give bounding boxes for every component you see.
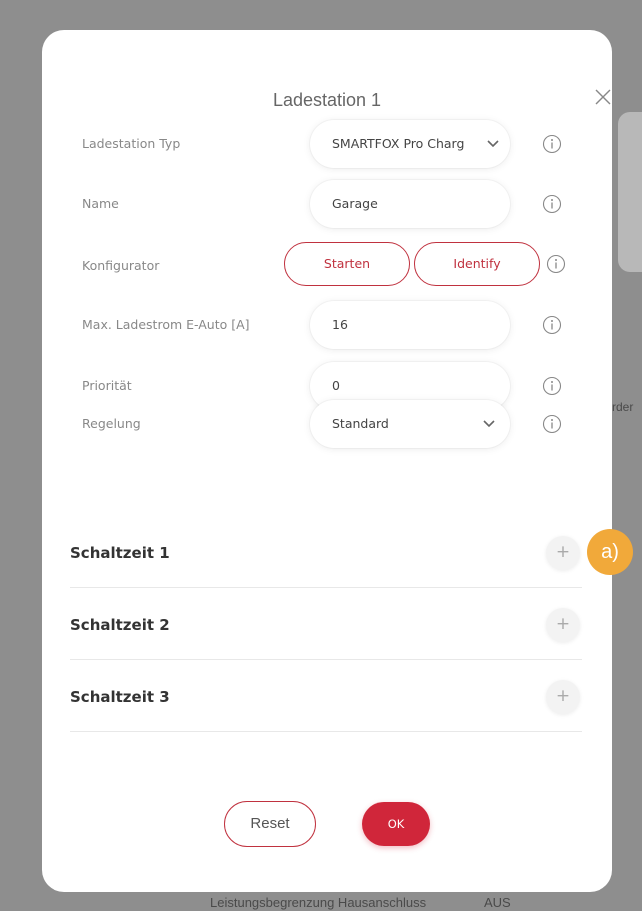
name-value: Garage <box>332 196 378 211</box>
schedule-section-3[interactable]: Schaltzeit 3 + <box>70 662 582 732</box>
regelung-value: Standard <box>332 416 389 431</box>
field-label-name: Name <box>82 196 119 211</box>
priority-value: 0 <box>332 378 340 393</box>
row-ladestation-typ: Ladestation Typ SMARTFOX Pro Charg <box>70 120 590 168</box>
ladestation-type-value: SMARTFOX Pro Charg <box>332 136 465 151</box>
identify-button[interactable]: Identify <box>414 242 540 286</box>
schedule-section-2[interactable]: Schaltzeit 2 + <box>70 590 582 660</box>
background-footer-value: AUS <box>484 895 511 910</box>
row-konfigurator: Konfigurator Starten Identify <box>70 242 590 290</box>
add-schedule-button[interactable]: + <box>546 608 580 642</box>
background-footer-label: Leistungsbegrenzung Hausanschluss <box>210 895 427 910</box>
info-icon[interactable] <box>542 376 562 396</box>
regelung-select[interactable]: Standard <box>310 400 510 448</box>
start-configurator-button[interactable]: Starten <box>284 242 410 286</box>
schedule-title: Schaltzeit 2 <box>70 616 170 634</box>
annotation-badge: a) <box>587 529 633 575</box>
field-label-regelung: Regelung <box>82 416 141 431</box>
info-icon[interactable] <box>542 194 562 214</box>
schedule-title: Schaltzeit 1 <box>70 544 170 562</box>
info-icon[interactable] <box>542 414 562 434</box>
info-icon[interactable] <box>542 315 562 335</box>
background-side-text: rder <box>612 400 634 414</box>
dialog-title: Ladestation 1 <box>272 90 382 110</box>
add-schedule-button[interactable]: + <box>546 680 580 714</box>
row-max-ladestrom: Max. Ladestrom E-Auto [A] 16 <box>70 301 590 349</box>
close-icon[interactable] <box>590 84 616 110</box>
chevron-down-icon <box>487 140 499 148</box>
schedule-section-1[interactable]: Schaltzeit 1 + <box>70 518 582 588</box>
field-label-ladestation-typ: Ladestation Typ <box>82 136 181 151</box>
row-regelung: Regelung Standard <box>70 400 590 448</box>
background-card-right <box>618 112 642 272</box>
max-charge-current-value: 16 <box>332 317 348 332</box>
info-icon[interactable] <box>546 254 566 274</box>
schedule-title: Schaltzeit 3 <box>70 688 170 706</box>
info-icon[interactable] <box>542 134 562 154</box>
row-name: Name Garage <box>70 180 590 228</box>
reset-button[interactable]: Reset <box>224 801 316 847</box>
ok-button[interactable]: OK <box>362 802 430 846</box>
field-label-max-ladestrom: Max. Ladestrom E-Auto [A] <box>82 317 250 332</box>
max-charge-current-input[interactable]: 16 <box>310 301 510 349</box>
add-schedule-button[interactable]: + <box>546 536 580 570</box>
name-input[interactable]: Garage <box>310 180 510 228</box>
ladestation-type-select[interactable]: SMARTFOX Pro Charg <box>310 120 510 168</box>
chevron-down-icon <box>483 420 495 428</box>
field-label-konfigurator: Konfigurator <box>82 258 160 273</box>
